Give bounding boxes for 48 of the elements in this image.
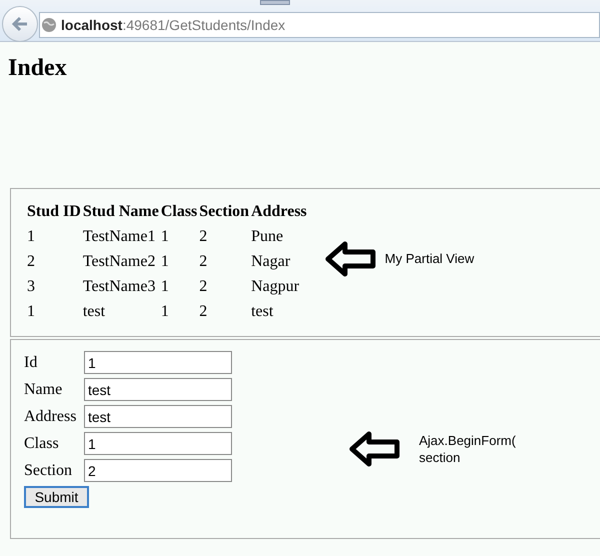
globe-icon [41,17,57,33]
field-label: Name [24,380,64,400]
table-cell-text: TestName1 [82,226,156,246]
url-host: localhost [61,16,122,34]
table-cell-text: 1 [160,252,170,272]
input-field[interactable]: 1 [84,432,232,455]
table-cell-text: test [251,302,274,322]
table-cell-text: 1 [160,276,170,296]
column-header: Section [199,202,250,222]
input-field[interactable]: test [84,378,232,401]
address-bar[interactable]: localhost:49681/GetStudents/Index [39,12,600,38]
table-cell-text: TestName3 [82,276,156,296]
back-button[interactable] [2,6,38,42]
input-field[interactable]: 1 [84,351,232,374]
table-cell-text: 3 [27,276,36,296]
table-cell-text: 1 [160,226,170,246]
field-label: Address [24,406,78,426]
submit-button[interactable]: Submit [24,486,89,508]
annotation-text: Ajax.BeginForm( section [419,432,516,466]
table-cell-text: Nagpur [251,276,300,296]
field-label: Class [24,434,60,454]
table-cell-text: Pune [251,226,284,246]
table-cell-text: 2 [199,252,208,272]
table-cell-text: 1 [27,226,36,246]
arrow-icon [324,241,377,277]
table-cell-text: 2 [27,252,36,272]
back-arrow-icon [11,16,29,32]
table-cell-text: 1 [27,302,36,322]
table-cell-text: TestName2 [82,252,156,272]
browser-tab[interactable] [260,0,290,5]
url-path: :49681/GetStudents/Index [122,16,286,34]
input-field[interactable]: test [84,405,232,428]
page-heading: Index [8,56,67,80]
field-label: Section [24,460,73,480]
column-header: Address [251,202,307,222]
table-cell-text: Nagar [251,252,292,272]
input-field[interactable]: 2 [84,459,232,482]
table-cell-text: 1 [160,302,170,322]
column-header: Stud Name [82,202,159,222]
table-cell-text: test [82,302,106,322]
column-header: Stud ID [27,202,81,222]
annotation-text: My Partial View [384,250,474,268]
field-label: Id [24,352,38,372]
table-cell-text: 2 [199,302,208,322]
column-header: Class [160,202,198,222]
arrow-icon [349,431,401,467]
table-cell-text: 2 [199,226,208,246]
table-cell-text: 2 [199,276,208,296]
